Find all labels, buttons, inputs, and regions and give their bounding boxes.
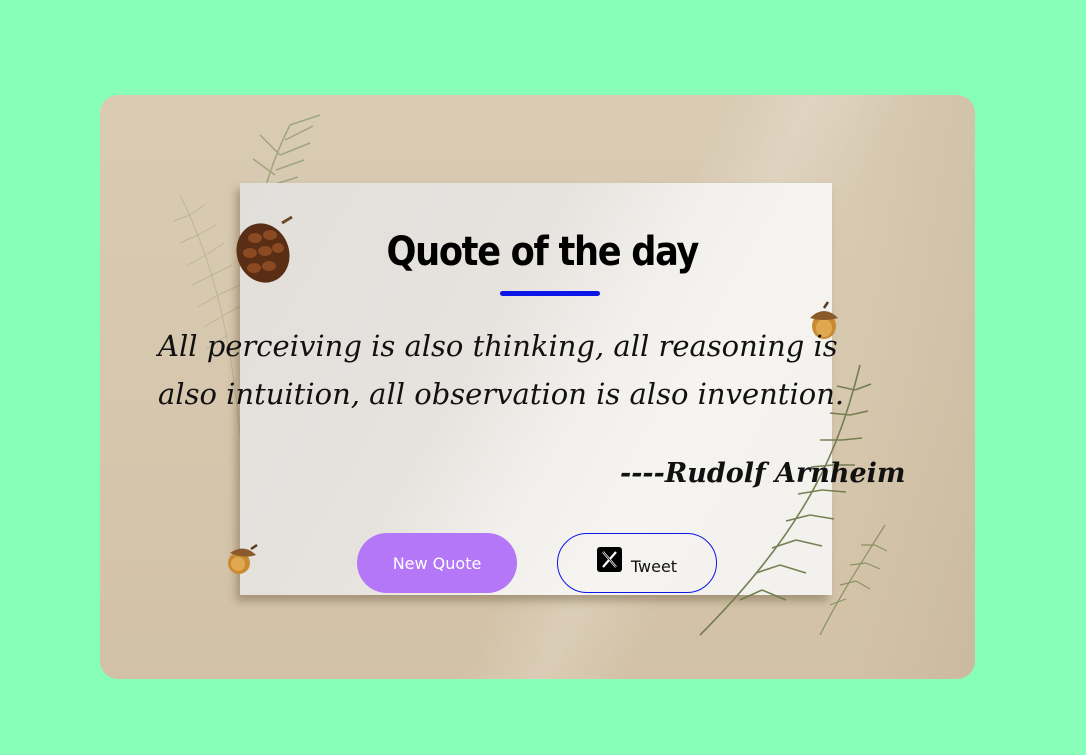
tweet-button[interactable]: Tweet bbox=[557, 533, 717, 593]
page-title: Quote of the day bbox=[386, 229, 699, 275]
new-quote-button[interactable]: New Quote bbox=[357, 533, 517, 593]
tweet-label: Tweet bbox=[630, 556, 678, 576]
quote-text: All perceiving is also thinking, all rea… bbox=[158, 329, 845, 411]
title-underline bbox=[500, 291, 600, 296]
quote-author: ----Rudolf Arnheim bbox=[620, 458, 906, 489]
acorn-icon bbox=[228, 543, 258, 574]
x-logo-icon bbox=[596, 546, 622, 572]
new-quote-label: New Quote bbox=[392, 553, 482, 573]
